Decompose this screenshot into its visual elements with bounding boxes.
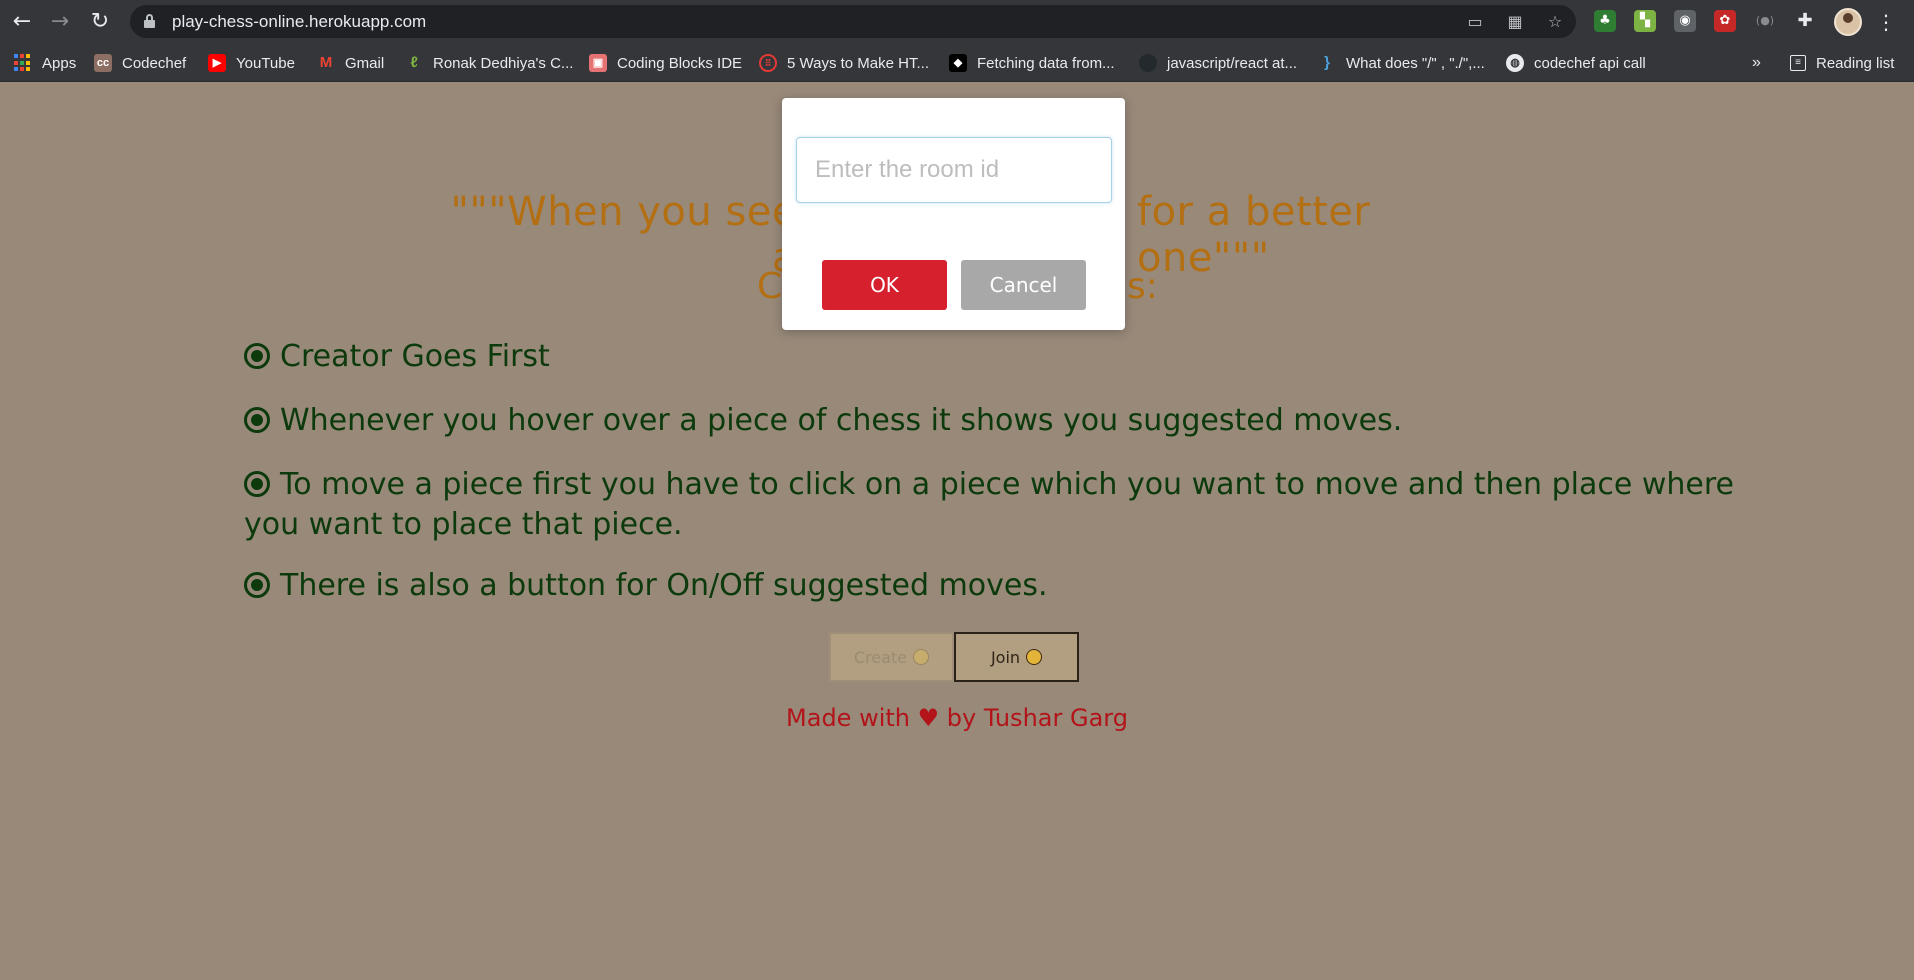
bookmark-coding-blocks[interactable]: ▣ Coding Blocks IDE — [589, 53, 742, 73]
camera-extension-icon[interactable]: ◉ — [1674, 10, 1696, 32]
color-extension-icon[interactable]: ▚ — [1634, 10, 1656, 32]
github-icon — [1139, 54, 1157, 72]
ok-button[interactable]: OK — [822, 260, 947, 310]
room-id-input[interactable] — [796, 137, 1112, 203]
rule-item: Whenever you hover over a piece of chess… — [244, 401, 1764, 441]
bookmark-label: Fetching data from... — [977, 54, 1115, 72]
bookmark-youtube[interactable]: ▶ YouTube — [208, 53, 295, 73]
bookmarks-overflow-button[interactable]: » — [1752, 53, 1761, 73]
bookmark-label: Codechef — [122, 54, 187, 72]
create-label: Create — [853, 647, 908, 667]
bookmark-label: Ronak Dedhiya's C... — [433, 54, 574, 72]
leetcode-icon: ℓ — [410, 54, 418, 71]
site-icon: ◆ — [949, 54, 967, 72]
site-icon: } — [1324, 54, 1330, 71]
bookmark-codechef-api[interactable]: ◍ codechef api call — [1506, 53, 1646, 73]
rule-item: To move a piece first you have to click … — [244, 465, 1764, 545]
footer-credit: Made with ♥ by Tushar Garg — [786, 704, 1128, 732]
back-arrow-icon[interactable]: ← — [8, 8, 36, 36]
apps-grid-icon — [14, 54, 32, 72]
wink-emoji-icon — [1026, 649, 1043, 665]
reading-list-label: Reading list — [1816, 54, 1895, 72]
join-label: Join — [990, 647, 1021, 667]
more-menu-icon[interactable]: ⋮ — [1876, 8, 1896, 36]
rules-heading-right: s: — [1127, 266, 1158, 307]
qr-code-icon[interactable]: ▦ — [1504, 11, 1526, 33]
cancel-button[interactable]: Cancel — [961, 260, 1086, 310]
puzzle-extensions-icon[interactable]: ✚ — [1794, 10, 1816, 32]
profile-avatar[interactable] — [1834, 8, 1862, 36]
red-extension-icon[interactable]: ✿ — [1714, 10, 1736, 32]
reload-icon[interactable]: ↻ — [86, 8, 114, 36]
bookmark-label: codechef api call — [1534, 54, 1646, 72]
address-bar[interactable]: play-chess-online.herokuapp.com ▭ ▦ ☆ — [130, 5, 1576, 38]
coding-blocks-icon: ▣ — [589, 54, 607, 72]
rule-item: There is also a button for On/Off sugges… — [244, 566, 1764, 606]
radio-bullet-icon — [244, 343, 270, 369]
rule-text: Whenever you hover over a piece of chess… — [280, 403, 1403, 438]
rule-text: Creator Goes First — [280, 339, 550, 374]
bookmark-label: Coding Blocks IDE — [617, 54, 743, 72]
cast-icon[interactable]: ▭ — [1464, 11, 1486, 33]
browser-toolbar: ← → ↻ play-chess-online.herokuapp.com ▭ … — [0, 0, 1914, 44]
url-text[interactable]: play-chess-online.herokuapp.com — [172, 12, 426, 32]
join-room-button[interactable]: Join — [954, 632, 1079, 682]
json-extension-icon[interactable]: (●) — [1754, 10, 1776, 32]
room-id-dialog: OK Cancel — [782, 98, 1125, 330]
bookmark-label: Apps — [42, 54, 77, 72]
create-room-button[interactable]: Create — [829, 632, 954, 682]
bookmark-javascript-react[interactable]: javascript/react at... — [1139, 53, 1297, 73]
bookmark-label: Gmail — [345, 54, 385, 72]
bookmark-apps[interactable]: Apps — [14, 53, 76, 73]
bookmark-ronak[interactable]: ℓ Ronak Dedhiya's C... — [405, 53, 573, 73]
smile-emoji-icon — [913, 649, 930, 665]
bookmark-label: javascript/react at... — [1167, 54, 1298, 72]
bookmark-label: YouTube — [236, 54, 295, 72]
room-button-row: Create Join — [829, 632, 1079, 682]
gmail-icon: M — [319, 54, 333, 71]
codechef-icon: cc — [94, 54, 112, 72]
globe-icon: ◍ — [1506, 54, 1524, 72]
radio-bullet-icon — [244, 572, 270, 598]
rule-text: To move a piece first you have to click … — [244, 467, 1734, 542]
bookmark-label: What does "/" , "./",... — [1346, 54, 1485, 72]
radio-bullet-icon — [244, 407, 270, 433]
reading-list-icon: ≡ — [1790, 55, 1806, 71]
rule-item: Creator Goes First — [244, 337, 1764, 377]
radio-bullet-icon — [244, 471, 270, 497]
tree-extension-icon[interactable]: ♣ — [1594, 10, 1616, 32]
bookmarks-bar: Apps cc Codechef ▶ YouTube M Gmail ℓ Ron… — [0, 44, 1914, 82]
youtube-icon: ▶ — [208, 54, 226, 72]
forward-arrow-icon[interactable]: → — [46, 8, 74, 36]
bookmark-fetching[interactable]: ◆ Fetching data from... — [949, 53, 1115, 73]
rule-text: There is also a button for On/Off sugges… — [280, 568, 1048, 603]
bookmark-5-ways[interactable]: ⠿ 5 Ways to Make HT... — [759, 53, 929, 73]
bookmark-label: 5 Ways to Make HT... — [787, 54, 929, 72]
bookmark-gmail[interactable]: M Gmail — [317, 53, 384, 73]
bookmark-codechef[interactable]: cc Codechef — [94, 53, 186, 73]
site-icon: ⠿ — [759, 54, 777, 72]
bookmark-what-does[interactable]: } What does "/" , "./",... — [1318, 53, 1485, 73]
reading-list-button[interactable]: ≡ Reading list — [1790, 53, 1894, 73]
lock-icon — [144, 14, 155, 28]
bookmark-star-icon[interactable]: ☆ — [1544, 11, 1566, 33]
